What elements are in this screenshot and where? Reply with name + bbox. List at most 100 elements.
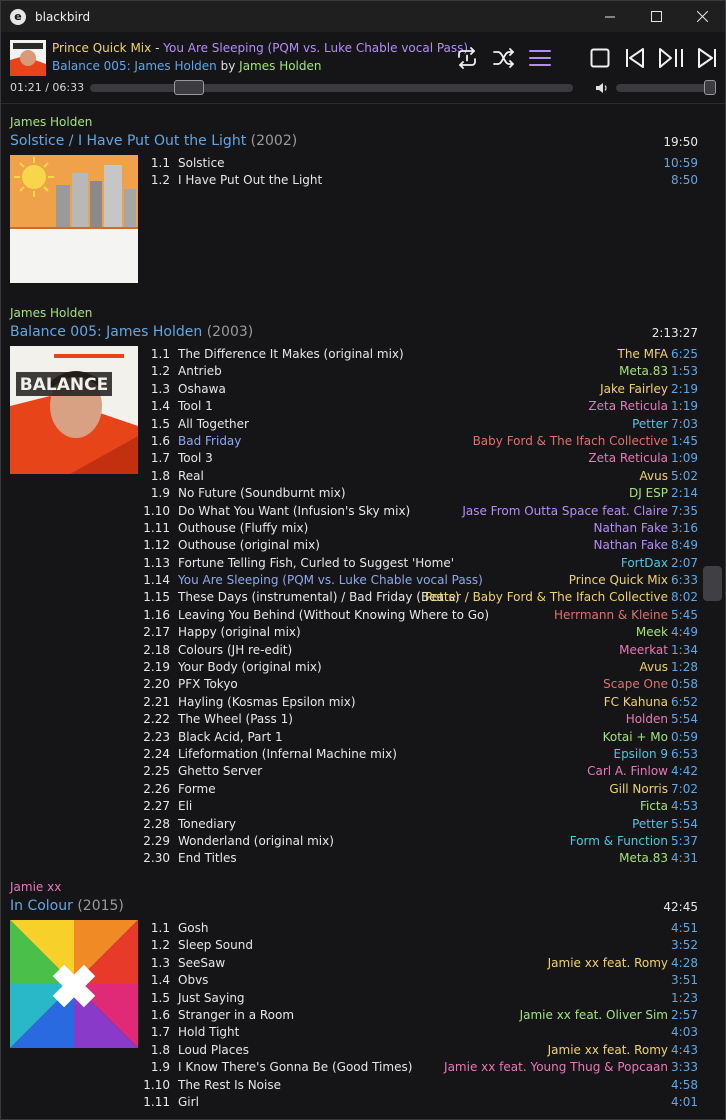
album-artist[interactable]: Jamie xx — [10, 880, 61, 894]
track-artist[interactable]: Petter — [632, 416, 668, 433]
track-row[interactable]: 2.28 Tonediary Petter 5:54 — [141, 816, 698, 833]
track-row[interactable]: 1.2 Sleep Sound 3:52 — [141, 937, 698, 954]
track-row[interactable]: 2.22 The Wheel (Pass 1) Holden 5:54 — [141, 711, 698, 728]
track-row[interactable]: 1.3 Oshawa Jake Fairley 2:19 — [141, 381, 698, 398]
track-row[interactable]: 2.19 Your Body (original mix) Avus 1:28 — [141, 659, 698, 676]
track-row[interactable]: 1.6 Stranger in a Room Jamie xx feat. Oliv… — [141, 1007, 698, 1024]
track-artist[interactable]: Meta.83 — [619, 850, 668, 867]
track-artist[interactable]: Baby Ford & The Ifach Collective — [473, 433, 668, 450]
track-artist[interactable]: Meek — [636, 624, 668, 641]
track-artist[interactable]: Gill Norris — [609, 781, 668, 798]
track-row[interactable]: 2.25 Ghetto Server Carl A. Finlow 4:42 — [141, 763, 698, 780]
maximize-button[interactable] — [633, 1, 679, 32]
track-row[interactable]: 1.11 Outhouse (Fluffy mix) Nathan Fake 3:16 — [141, 520, 698, 537]
track-row[interactable]: 1.14 You Are Sleeping (PQM vs. Luke Chabl… — [141, 572, 698, 589]
menu-button[interactable] — [526, 44, 554, 72]
track-row[interactable]: 1.2 I Have Put Out the Light 8:50 — [141, 172, 698, 189]
album-title[interactable]: Balance 005: James Holden (2003) — [10, 324, 253, 340]
track-artist[interactable]: Kotai + Mo — [603, 729, 668, 746]
scrollbar-thumb[interactable] — [703, 566, 722, 601]
track-row[interactable]: 1.5 All Together Petter 7:03 — [141, 416, 698, 433]
track-row[interactable]: 1.5 Just Saying 1:23 — [141, 990, 698, 1007]
track-row[interactable]: 1.16 Leaving You Behind (Without Knowing … — [141, 607, 698, 624]
album-cover[interactable] — [10, 920, 138, 1048]
track-row[interactable]: 2.20 PFX Tokyo Scape One 0:58 — [141, 676, 698, 693]
track-row[interactable]: 1.6 Bad Friday Baby Ford & The Ifach Colle… — [141, 433, 698, 450]
play-pause-button[interactable] — [657, 44, 685, 72]
volume-slider[interactable] — [616, 80, 716, 95]
track-artist[interactable]: Zeta Reticula — [588, 450, 668, 467]
track-artist[interactable]: Meta.83 — [619, 363, 668, 380]
track-row[interactable]: 1.4 Obvs 3:51 — [141, 972, 698, 989]
track-row[interactable]: 1.9 No Future (Soundburnt mix) DJ ESP 2:14 — [141, 485, 698, 502]
track-artist[interactable]: Petter / Baby Ford & The Ifach Collectiv… — [425, 589, 668, 606]
album-artist[interactable]: James Holden — [10, 115, 92, 129]
track-artist[interactable]: Prince Quick Mix — [569, 572, 668, 589]
seek-bar[interactable] — [90, 80, 573, 95]
track-row[interactable]: 1.3 SeeSaw Jamie xx feat. Romy 4:28 — [141, 955, 698, 972]
track-row[interactable]: 2.17 Happy (original mix) Meek 4:49 — [141, 624, 698, 641]
track-artist[interactable]: Jase From Outta Space feat. Claire — [462, 503, 668, 520]
track-row[interactable]: 1.1 The Difference It Makes (original mix… — [141, 346, 698, 363]
track-artist[interactable]: Petter — [632, 816, 668, 833]
track-row[interactable]: 1.8 Loud Places Jamie xx feat. Romy 4:43 — [141, 1042, 698, 1059]
track-row[interactable]: 2.18 Colours (JH re-edit) Meerkat 1:34 — [141, 642, 698, 659]
track-artist[interactable]: Form & Function — [570, 833, 668, 850]
track-row[interactable]: 1.9 I Know There's Gonna Be (Good Times) J… — [141, 1059, 698, 1076]
close-button[interactable] — [679, 1, 725, 32]
repeat-button[interactable] — [453, 44, 481, 72]
track-row[interactable]: 1.10 Do What You Want (Infusion's Sky mix… — [141, 503, 698, 520]
track-row[interactable]: 2.27 Eli Ficta 4:53 — [141, 798, 698, 815]
track-row[interactable]: 2.24 Lifeformation (Infernal Machine mix)… — [141, 746, 698, 763]
now-playing-artist[interactable]: Prince Quick Mix — [52, 41, 151, 55]
album-artist[interactable]: James Holden — [10, 306, 92, 320]
track-row[interactable]: 1.1 Solstice 10:59 — [141, 155, 698, 172]
album-cover[interactable]: BALANCE — [10, 346, 138, 474]
track-row[interactable]: 1.7 Tool 3 Zeta Reticula 1:09 — [141, 450, 698, 467]
track-row[interactable]: 1.10 The Rest Is Noise 4:58 — [141, 1077, 698, 1094]
track-artist[interactable]: FortDax — [621, 555, 668, 572]
now-playing-cover[interactable] — [10, 40, 46, 76]
next-button[interactable] — [693, 44, 721, 72]
volume-handle[interactable] — [704, 80, 716, 95]
track-artist[interactable]: Meerkat — [619, 642, 668, 659]
track-artist[interactable]: Scape One — [603, 676, 668, 693]
track-artist[interactable]: Epsilon 9 — [613, 746, 668, 763]
track-row[interactable]: 1.4 Tool 1 Zeta Reticula 1:19 — [141, 398, 698, 415]
track-artist[interactable]: Zeta Reticula — [588, 398, 668, 415]
stop-button[interactable] — [586, 44, 614, 72]
previous-button[interactable] — [621, 44, 649, 72]
track-artist[interactable]: Jamie xx feat. Oliver Sim — [520, 1007, 668, 1024]
track-artist[interactable]: The MFA — [618, 346, 669, 363]
track-row[interactable]: 1.13 Fortune Telling Fish, Curled to Sugg… — [141, 555, 698, 572]
track-artist[interactable]: DJ ESP — [629, 485, 668, 502]
track-artist[interactable]: Carl A. Finlow — [587, 763, 668, 780]
track-artist[interactable]: Ficta — [640, 798, 668, 815]
track-artist[interactable]: Avus — [640, 659, 668, 676]
track-artist[interactable]: Holden — [626, 711, 668, 728]
album-title[interactable]: In Colour (2015) — [10, 898, 124, 914]
track-row[interactable]: 2.23 Black Acid, Part 1 Kotai + Mo 0:59 — [141, 729, 698, 746]
minimize-button[interactable] — [587, 1, 633, 32]
track-row[interactable]: 1.1 Gosh 4:51 — [141, 920, 698, 937]
track-row[interactable]: 1.8 Real Avus 5:02 — [141, 468, 698, 485]
track-row[interactable]: 2.26 Forme Gill Norris 7:02 — [141, 781, 698, 798]
track-artist[interactable]: Jamie xx feat. Young Thug & Popcaan — [444, 1059, 668, 1076]
track-artist[interactable]: Nathan Fake — [594, 537, 668, 554]
track-row[interactable]: 1.11 Girl 4:01 — [141, 1094, 698, 1111]
track-artist[interactable]: Avus — [640, 468, 668, 485]
track-row[interactable]: 1.7 Hold Tight 4:03 — [141, 1024, 698, 1041]
shuffle-button[interactable] — [490, 44, 518, 72]
title-bar[interactable]: e blackbird — [1, 1, 725, 32]
track-artist[interactable]: Jamie xx feat. Romy — [548, 955, 668, 972]
album-title[interactable]: Solstice / I Have Put Out the Light (200… — [10, 133, 297, 149]
track-artist[interactable]: Nathan Fake — [594, 520, 668, 537]
now-playing-title[interactable]: You Are Sleeping (PQM vs. Luke Chable vo… — [163, 41, 468, 55]
track-row[interactable]: 2.29 Wonderland (original mix) Form & Func… — [141, 833, 698, 850]
now-playing-album[interactable]: Balance 005: James Holden — [52, 59, 217, 73]
album-cover[interactable] — [10, 155, 138, 283]
track-artist[interactable]: Jamie xx feat. Romy — [548, 1042, 668, 1059]
seek-handle[interactable] — [174, 80, 204, 95]
track-row[interactable]: 2.30 End Titles Meta.83 4:31 — [141, 850, 698, 867]
track-row[interactable]: 1.2 Antrieb Meta.83 1:53 — [141, 363, 698, 380]
